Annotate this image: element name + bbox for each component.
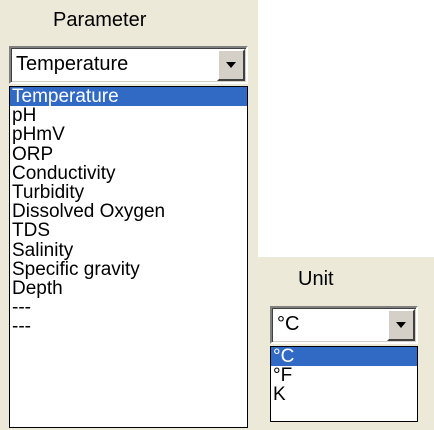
parameter-option[interactable]: --- xyxy=(10,298,247,317)
parameter-option[interactable]: Dissolved Oxygen xyxy=(10,202,247,221)
unit-option[interactable]: °F xyxy=(271,366,417,385)
parameter-combobox[interactable]: Temperature xyxy=(9,46,248,84)
unit-option[interactable]: °C xyxy=(271,347,417,366)
parameter-option[interactable]: Conductivity xyxy=(10,164,247,183)
unit-option[interactable]: K xyxy=(271,385,417,404)
parameter-option[interactable]: Salinity xyxy=(10,240,247,259)
unit-dropdown-button[interactable] xyxy=(387,309,415,341)
parameter-selected-value: Temperature xyxy=(16,53,129,75)
parameter-option[interactable]: Specific gravity xyxy=(10,259,247,278)
parameter-option[interactable]: Depth xyxy=(10,279,247,298)
unit-combobox[interactable]: °C xyxy=(270,306,418,344)
chevron-down-icon xyxy=(396,322,406,328)
parameter-dropdown-list[interactable]: Temperature pH pHmV ORP Conductivity Turbidit… xyxy=(9,86,248,428)
chevron-down-icon xyxy=(226,62,236,68)
parameter-option[interactable]: Turbidity xyxy=(10,183,247,202)
parameter-option[interactable]: pHmV xyxy=(10,125,247,144)
parameter-option[interactable]: ORP xyxy=(10,144,247,163)
parameter-label: Parameter xyxy=(53,9,147,31)
unit-label: Unit xyxy=(298,268,334,290)
parameter-option[interactable]: Temperature xyxy=(10,87,247,106)
parameter-panel: Parameter Temperature Temperature pH pHmV O… xyxy=(0,0,258,430)
unit-panel: Unit °C °C °F K xyxy=(258,257,434,430)
parameter-option[interactable]: --- xyxy=(10,317,247,336)
unit-selected-value: °C xyxy=(277,313,300,335)
parameter-option[interactable]: pH xyxy=(10,106,247,125)
parameter-dropdown-button[interactable] xyxy=(217,49,245,81)
unit-dropdown-list[interactable]: °C °F K xyxy=(270,346,418,422)
parameter-option[interactable]: TDS xyxy=(10,221,247,240)
